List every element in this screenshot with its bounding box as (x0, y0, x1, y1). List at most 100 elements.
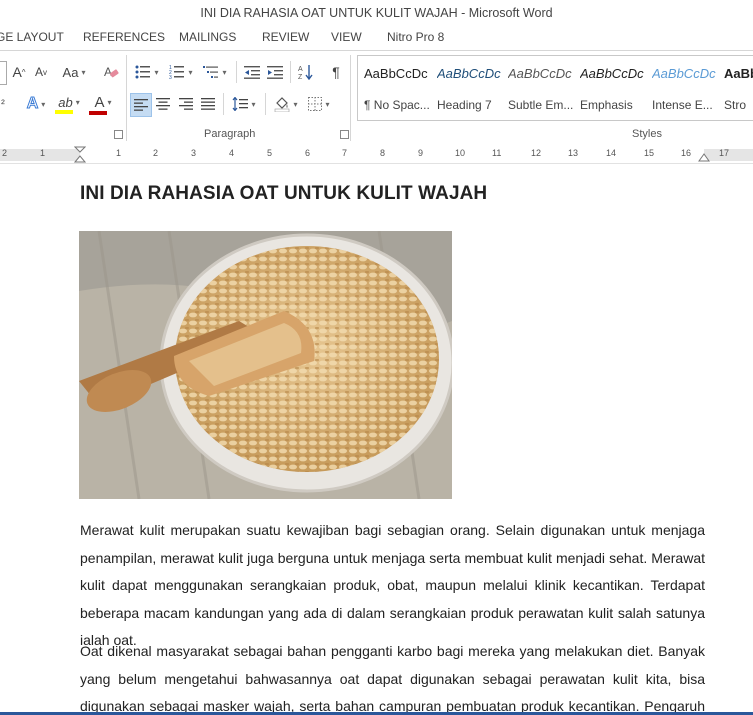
shrink-font-button[interactable]: Av (32, 61, 50, 83)
ruler-tick: 12 (531, 148, 542, 158)
right-indent-marker-icon[interactable] (698, 150, 710, 162)
ruler-tick: 2 (153, 148, 159, 158)
numbering-button[interactable]: 1 2 3 ▾ (167, 61, 195, 83)
bullets-icon (135, 65, 151, 79)
paragraph-group-label: Paragraph (204, 128, 256, 140)
shading-button[interactable]: ▾ (271, 93, 301, 115)
clear-formatting-icon: A (104, 65, 119, 79)
oat-bowl-image[interactable] (79, 231, 452, 499)
align-right-icon (179, 98, 193, 110)
change-case-icon: Aa (62, 64, 79, 80)
ruler-tick: 1 (40, 148, 46, 158)
superscript-button[interactable]: ² (0, 93, 8, 115)
highlight-button[interactable]: ab ▾ (54, 93, 84, 115)
pilcrow-icon: ¶ (332, 64, 340, 80)
paragraph-2: Oat dikenal masyarakat sebagai bahan pen… (80, 643, 705, 712)
paragraph-dialog-launcher[interactable] (340, 130, 349, 139)
ruler-tick: 16 (681, 148, 692, 158)
multilevel-list-icon (203, 66, 219, 78)
styles-group-label: Styles (632, 128, 662, 140)
align-center-icon (156, 98, 170, 110)
ruler-tick: 2 (2, 148, 8, 158)
ruler-tick: 1 (116, 148, 122, 158)
ruler-tick: 8 (380, 148, 386, 158)
style-heading-7[interactable]: AaBbCcDc Heading 7 (437, 64, 509, 116)
ruler-tick: 5 (267, 148, 273, 158)
font-dialog-launcher[interactable] (114, 130, 123, 139)
text-effects-button[interactable]: A ▾ (22, 93, 50, 115)
horizontal-ruler[interactable]: 2 1 1 2 3 4 5 6 7 8 9 10 11 12 13 14 15 16 17 (0, 146, 753, 164)
sort-icon: AZ (298, 65, 313, 80)
align-left-button[interactable] (130, 93, 152, 117)
tab-nitro-pro[interactable]: Nitro Pro 8 (387, 30, 444, 44)
tab-mailings[interactable]: MAILINGS (179, 30, 236, 44)
ruler-tick: 9 (418, 148, 424, 158)
show-formatting-button[interactable]: ¶ (326, 61, 346, 83)
group-separator (126, 55, 127, 141)
svg-text:A: A (104, 65, 112, 79)
increase-indent-button[interactable] (265, 61, 285, 83)
oat-bowl-picture (79, 231, 452, 499)
indent-marker-icon[interactable] (74, 146, 86, 163)
clear-formatting-button[interactable]: A (100, 61, 122, 83)
increase-indent-icon (267, 66, 283, 79)
borders-button[interactable]: ▾ (305, 93, 333, 115)
justify-button[interactable] (198, 93, 218, 115)
document-heading: INI DIA RAHASIA OAT UNTUK KULIT WAJAH (80, 183, 488, 204)
decrease-indent-icon (244, 66, 260, 79)
borders-icon (308, 97, 323, 111)
style-intense-emphasis[interactable]: AaBbCcDc Intense E... (652, 64, 724, 116)
align-right-button[interactable] (176, 93, 196, 115)
style-subtle-emphasis[interactable]: AaBbCcDc Subtle Em... (508, 64, 580, 116)
ruler-tick: 13 (568, 148, 579, 158)
group-separator (350, 55, 351, 141)
tab-view[interactable]: VIEW (331, 30, 362, 44)
tab-references[interactable]: REFERENCES (83, 30, 165, 44)
ruler-tick: 7 (342, 148, 348, 158)
ruler-tick: 15 (644, 148, 655, 158)
style-no-spacing[interactable]: AaBbCcDc ¶ No Spac... (364, 64, 436, 116)
ruler-tick: 10 (455, 148, 466, 158)
ribbon: A ^ Av Aa ▾ A ² A ▾ ab ▾ A ▾ ▾ 1 2 3 ▾ ▾ AZ ¶ (0, 50, 753, 147)
sort-button[interactable]: AZ (296, 61, 316, 83)
paragraph-separator (223, 93, 224, 115)
shrink-font-icon: A (34, 65, 43, 79)
svg-text:3: 3 (169, 75, 172, 79)
superscript-icon: ² (1, 98, 5, 110)
ruler-tick: 3 (191, 148, 197, 158)
grow-font-icon: A (12, 64, 22, 80)
paragraph-separator (290, 61, 291, 83)
style-emphasis[interactable]: AaBbCcDc Emphasis (580, 64, 652, 116)
tab-page-layout[interactable]: GE LAYOUT (0, 30, 64, 44)
text-effects-icon: A (26, 95, 39, 113)
ruler-tick: 14 (606, 148, 617, 158)
grow-font-button[interactable]: A ^ (9, 61, 29, 83)
paragraph-separator (265, 93, 266, 115)
numbering-icon: 123 (169, 65, 185, 79)
line-spacing-icon (233, 97, 249, 111)
ruler-tick: 6 (305, 148, 311, 158)
justify-icon (201, 98, 215, 110)
document-page[interactable]: INI DIA RAHASIA OAT UNTUK KULIT WAJAH Me… (0, 164, 753, 712)
font-size-box[interactable] (0, 61, 7, 85)
align-center-button[interactable] (153, 93, 173, 115)
align-left-icon (134, 99, 148, 111)
paragraph-1: Merawat kulit merupakan suatu kewajiban … (80, 522, 705, 648)
window-title: INI DIA RAHASIA OAT UNTUK KULIT WAJAH - … (0, 0, 753, 26)
shading-icon (275, 97, 290, 112)
highlight-icon: ab (58, 94, 73, 110)
ruler-tick: 17 (719, 148, 730, 158)
change-case-button[interactable]: Aa ▾ (58, 61, 90, 83)
ruler-tick: 4 (229, 148, 235, 158)
line-spacing-button[interactable]: ▾ (229, 93, 259, 115)
tab-review[interactable]: REVIEW (262, 30, 309, 44)
styles-gallery: AaBbCcDc ¶ No Spac... AaBbCcDc Heading 7… (357, 55, 753, 121)
style-strong[interactable]: AaBb Stro (724, 64, 753, 116)
ribbon-tabs: GE LAYOUT REFERENCES MAILINGS REVIEW VIE… (0, 26, 753, 50)
multilevel-list-button[interactable]: ▾ (201, 61, 229, 83)
font-color-icon: A (94, 93, 105, 111)
decrease-indent-button[interactable] (242, 61, 262, 83)
font-color-button[interactable]: A ▾ (88, 93, 118, 115)
bullets-button[interactable]: ▾ (133, 61, 161, 83)
svg-text:A: A (298, 66, 303, 73)
